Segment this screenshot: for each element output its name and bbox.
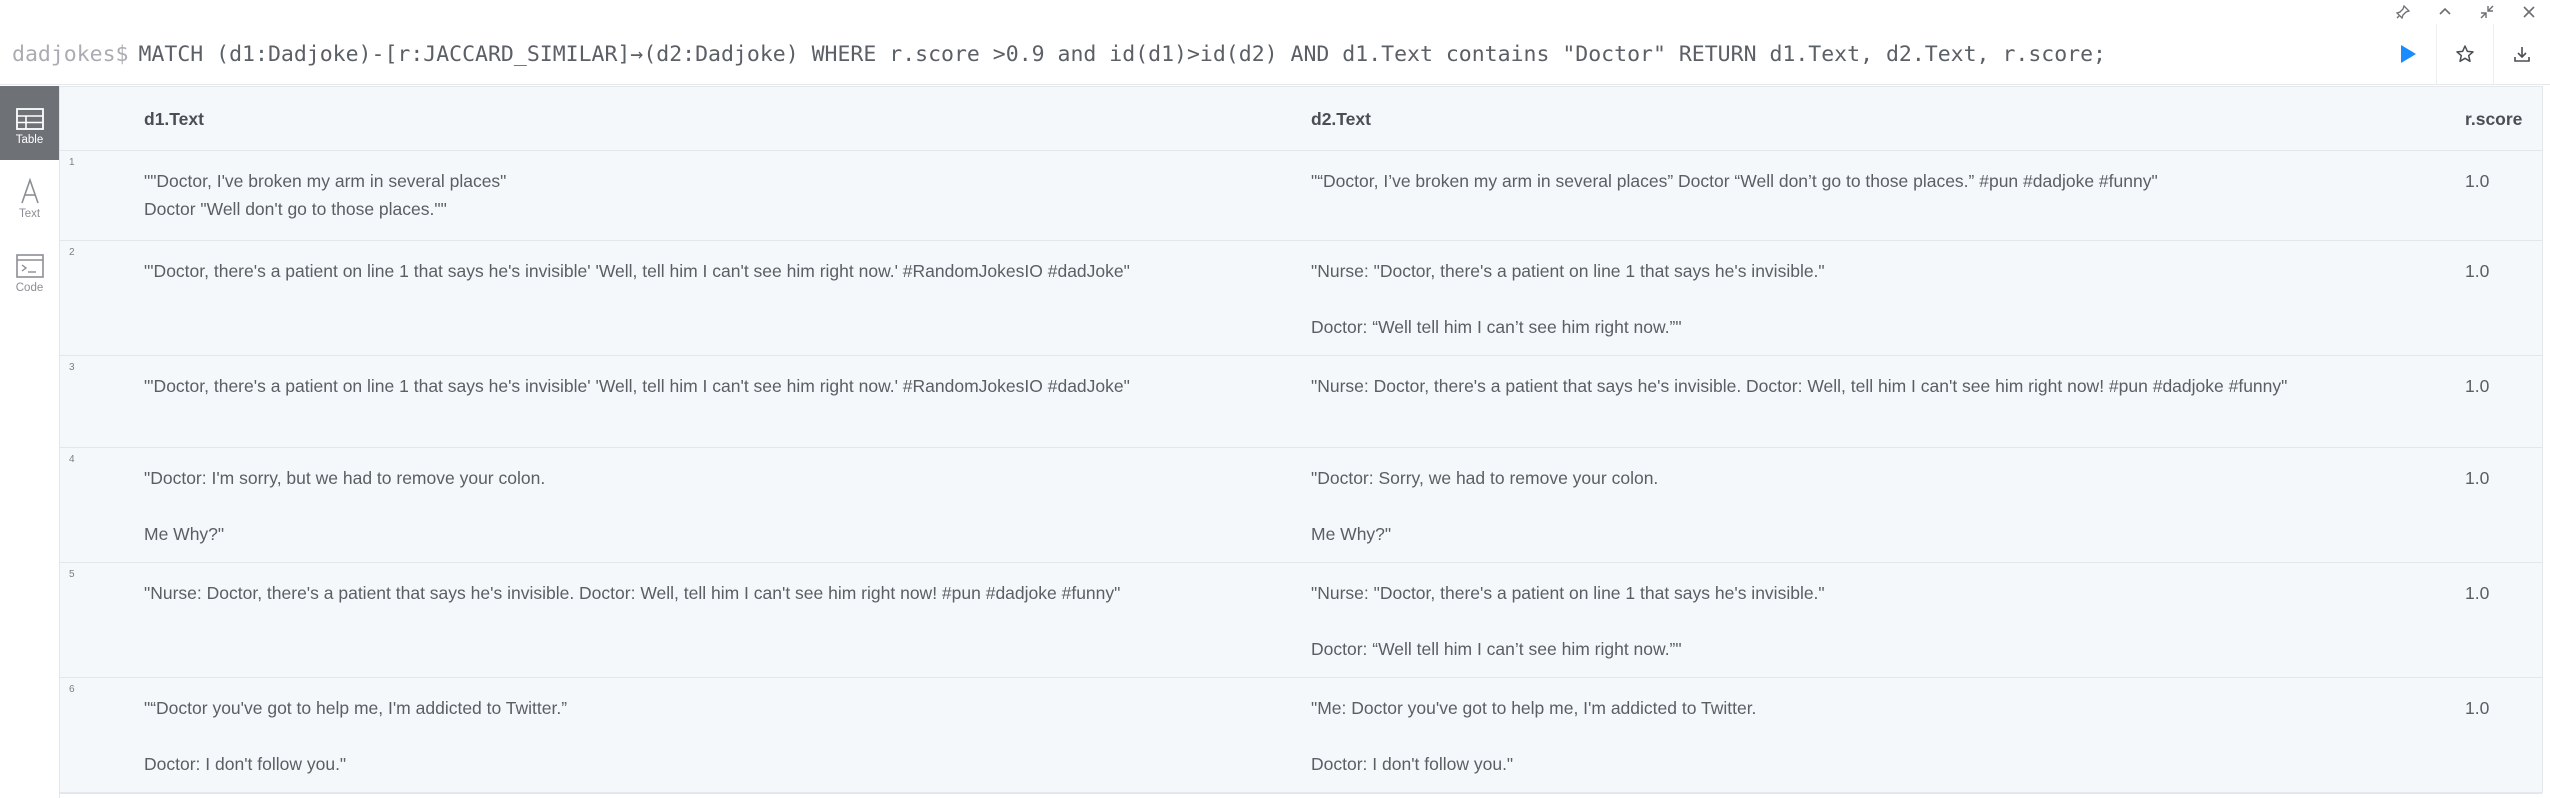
cell-d2-text: "Doctor: Sorry, we had to remove your co… — [1311, 464, 2491, 548]
cell-d2-text: "Nurse: Doctor, there's a patient that s… — [1311, 372, 2491, 400]
run-button[interactable] — [2380, 24, 2436, 84]
download-icon — [2514, 47, 2530, 62]
view-table-tab[interactable]: Table — [0, 86, 59, 160]
pin-icon[interactable] — [2382, 0, 2424, 24]
column-header-d1-text[interactable]: d1.Text — [144, 109, 204, 130]
cell-d2-text: "“Doctor, I’ve broken my arm in several … — [1311, 167, 2491, 195]
cell-d1-text: "Nurse: Doctor, there's a patient that s… — [144, 579, 1224, 607]
cell-score: 1.0 — [2465, 583, 2490, 603]
view-table-label: Table — [15, 134, 44, 146]
query-input[interactable]: MATCH (d1:Dadjoke)-[r:JACCARD_SIMILAR]→(… — [129, 42, 2381, 67]
cell-line: "'Doctor, there's a patient on line 1 th… — [144, 376, 1130, 396]
view-code-tab[interactable]: Code — [0, 234, 59, 308]
view-code-label: Code — [15, 282, 44, 294]
table-header: d1.Text d2.Text r.score — [60, 87, 2542, 151]
table-row: 3 "'Doctor, there's a patient on line 1 … — [60, 356, 2542, 448]
view-rail: Table Text Code — [0, 86, 60, 798]
star-icon — [2456, 45, 2474, 63]
cell-line: Doctor: I don't follow you." — [144, 754, 347, 774]
window-controls — [2382, 0, 2550, 24]
cell-score: 1.0 — [2465, 261, 2490, 281]
editor-prompt: dadjokes$ — [12, 41, 129, 67]
cell-line: Doctor: “Well tell him I can’t see him r… — [1311, 317, 1682, 337]
cell-score: 1.0 — [2465, 468, 2490, 488]
cell-line: "“Doctor, I’ve broken my arm in several … — [1311, 171, 2158, 191]
cell-d1-text: ""Doctor, I've broken my arm in several … — [144, 167, 1224, 223]
cell-line: "'Doctor, there's a patient on line 1 th… — [144, 261, 1130, 281]
table-row: 2 "'Doctor, there's a patient on line 1 … — [60, 241, 2542, 356]
cell-d1-text: "'Doctor, there's a patient on line 1 th… — [144, 257, 1224, 285]
cell-line: "Nurse: "Doctor, there's a patient on li… — [1311, 583, 1825, 603]
row-number: 1 — [69, 157, 75, 168]
row-number: 3 — [69, 362, 75, 373]
cell-d2-text: "Nurse: "Doctor, there's a patient on li… — [1311, 579, 2491, 663]
column-header-d2-text[interactable]: d2.Text — [1311, 109, 1371, 130]
results-table: d1.Text d2.Text r.score 1 ""Doctor, I've… — [60, 86, 2543, 794]
cell-line: Doctor "Well don't go to those places."" — [144, 199, 447, 219]
play-icon — [2401, 45, 2416, 63]
table-row: 4 "Doctor: I'm sorry, but we had to remo… — [60, 448, 2542, 563]
row-number: 5 — [69, 569, 75, 580]
table-row: 6 "“Doctor you've got to help me, I'm ad… — [60, 678, 2542, 794]
editor-actions — [2380, 24, 2550, 84]
table-row: 1 ""Doctor, I've broken my arm in severa… — [60, 151, 2542, 241]
cell-line: "Doctor: Sorry, we had to remove your co… — [1311, 468, 1659, 488]
cell-d2-text: "Nurse: "Doctor, there's a patient on li… — [1311, 257, 2491, 341]
cell-line: Doctor: I don't follow you." — [1311, 754, 1514, 774]
view-text-tab[interactable]: Text — [0, 160, 59, 234]
cell-line: Me Why?" — [1311, 524, 1392, 544]
code-icon — [15, 254, 44, 278]
row-number: 4 — [69, 454, 75, 465]
column-header-score[interactable]: r.score — [2465, 109, 2522, 130]
cell-line: "Doctor: I'm sorry, but we had to remove… — [144, 468, 546, 488]
chevron-up-icon[interactable] — [2424, 0, 2466, 24]
row-number: 6 — [69, 684, 75, 695]
cell-d1-text: "Doctor: I'm sorry, but we had to remove… — [144, 464, 1224, 548]
cell-line: Doctor: “Well tell him I can’t see him r… — [1311, 639, 1682, 659]
cell-line: ""Doctor, I've broken my arm in several … — [144, 171, 507, 191]
cell-score: 1.0 — [2465, 171, 2490, 191]
table-row: 5 "Nurse: Doctor, there's a patient that… — [60, 563, 2542, 678]
download-button[interactable] — [2493, 24, 2550, 84]
text-icon — [20, 178, 39, 204]
close-icon[interactable] — [2508, 0, 2550, 24]
cell-line: "Nurse: "Doctor, there's a patient on li… — [1311, 261, 1825, 281]
cell-d1-text: "'Doctor, there's a patient on line 1 th… — [144, 372, 1224, 400]
cell-score: 1.0 — [2465, 376, 2490, 396]
table-icon — [15, 108, 44, 130]
cell-line: Me Why?" — [144, 524, 225, 544]
favorite-button[interactable] — [2436, 24, 2493, 84]
cell-line: "Nurse: Doctor, there's a patient that s… — [144, 583, 1121, 603]
cell-line: "“Doctor you've got to help me, I'm addi… — [144, 698, 568, 718]
query-editor: dadjokes$ MATCH (d1:Dadjoke)-[r:JACCARD_… — [0, 24, 2550, 85]
cell-d1-text: "“Doctor you've got to help me, I'm addi… — [144, 694, 1224, 778]
collapse-icon[interactable] — [2466, 0, 2508, 24]
cell-line: "Me: Doctor you've got to help me, I'm a… — [1311, 698, 1757, 718]
cell-line: "Nurse: Doctor, there's a patient that s… — [1311, 376, 2288, 396]
cell-d2-text: "Me: Doctor you've got to help me, I'm a… — [1311, 694, 2491, 778]
view-text-label: Text — [18, 208, 41, 220]
cell-score: 1.0 — [2465, 698, 2490, 718]
row-number: 2 — [69, 247, 75, 258]
